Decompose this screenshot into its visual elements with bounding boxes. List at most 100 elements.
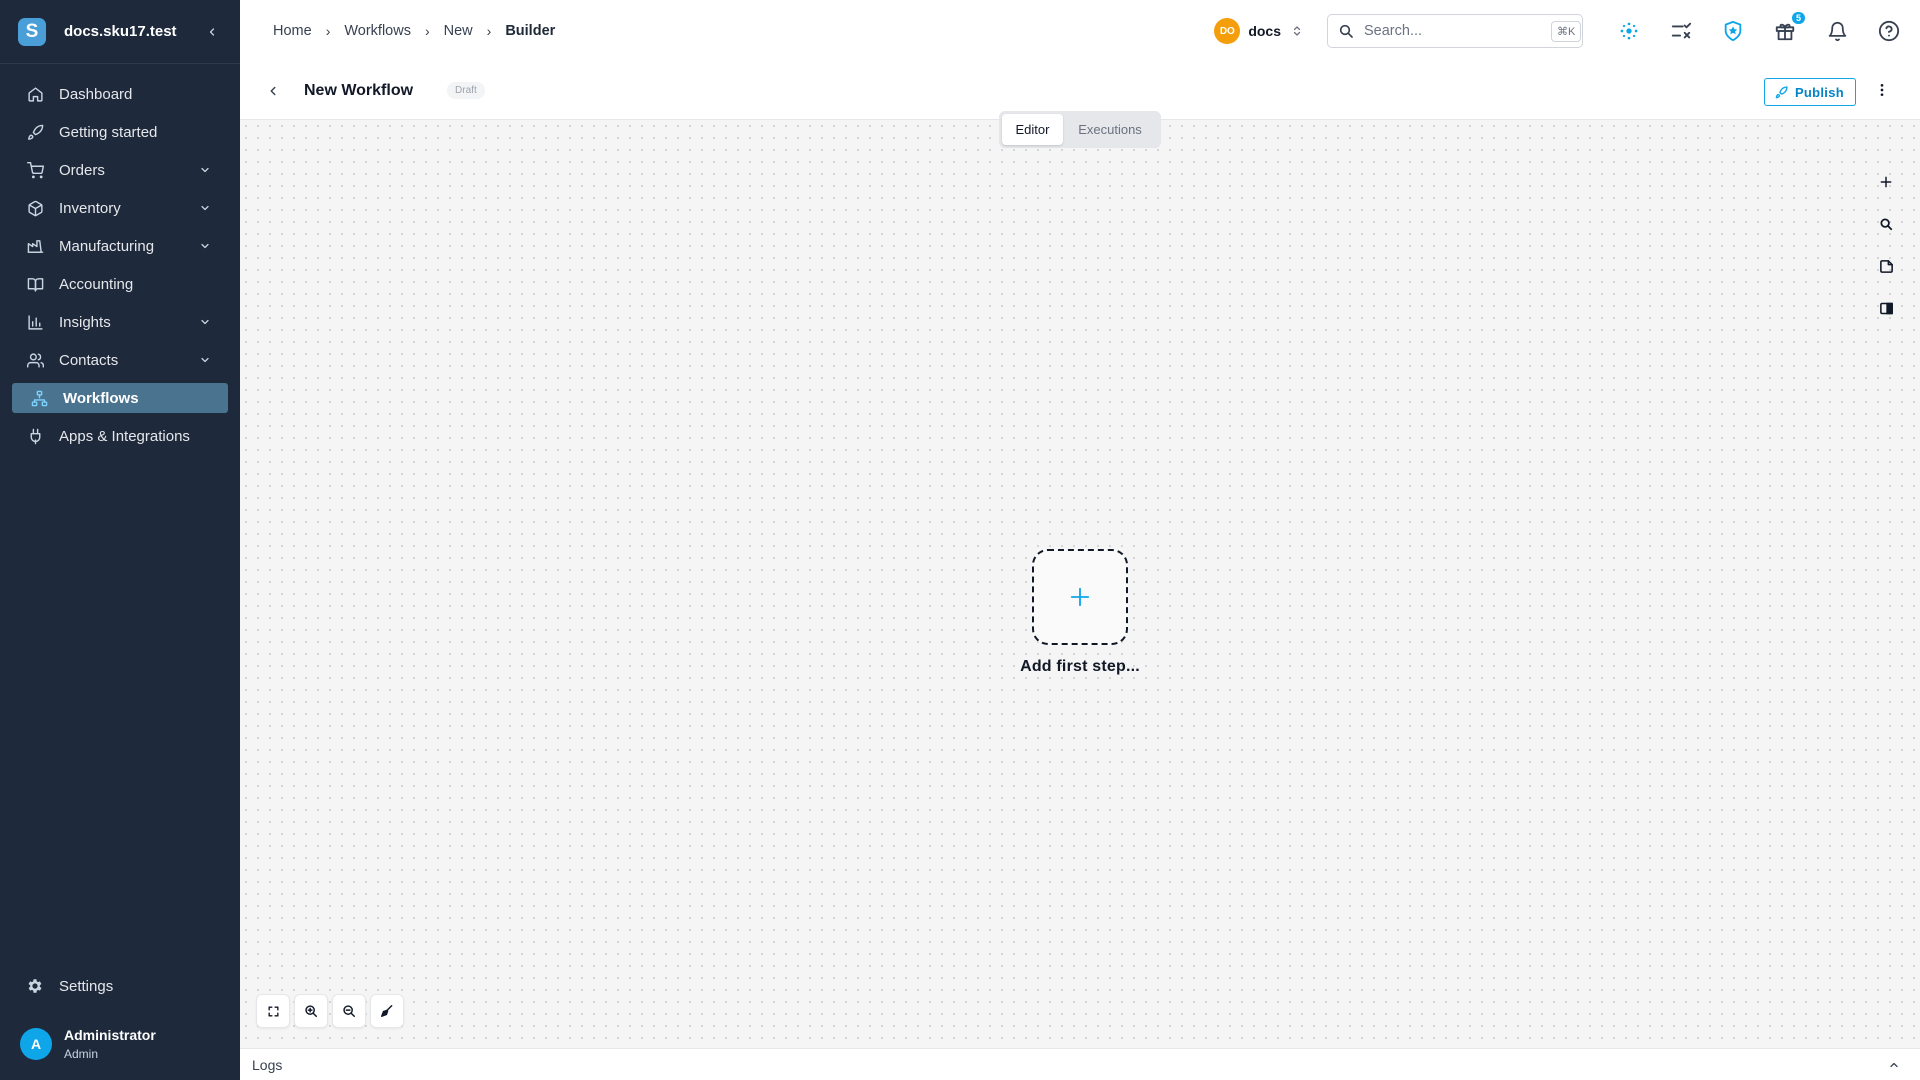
workflow-title[interactable]: New Workflow: [304, 82, 413, 100]
fit-view-button[interactable]: [256, 994, 290, 1028]
avatar: A: [20, 1028, 52, 1060]
canvas-side-toolbar: [1876, 172, 1896, 340]
sidebar-footer: Settings A Administrator Admin: [0, 971, 240, 1080]
sidebar-nav: Dashboard Getting started Orders Invento…: [0, 64, 240, 451]
workspace-switcher[interactable]: DO docs: [1214, 18, 1303, 44]
notifications-button[interactable]: [1825, 19, 1849, 43]
sidebar-item-getting-started[interactable]: Getting started: [12, 117, 228, 147]
workflow-icon: [30, 389, 48, 407]
search-icon: [1338, 23, 1354, 39]
add-first-step-button[interactable]: [1032, 549, 1128, 645]
sidebar-item-manufacturing[interactable]: Manufacturing: [12, 231, 228, 261]
sidebar-item-label: Getting started: [59, 123, 158, 141]
top-bar: Home › Workflows › New › Builder DO docs…: [240, 0, 1920, 62]
chevron-down-icon[interactable]: [196, 351, 214, 369]
home-icon: [26, 85, 44, 103]
cart-icon: [26, 161, 44, 179]
search-input[interactable]: [1364, 23, 1551, 39]
tasks-button[interactable]: [1669, 19, 1693, 43]
sidebar-item-label: Workflows: [63, 389, 139, 407]
zoom-in-button[interactable]: [294, 994, 328, 1028]
sidebar-item-apps-integrations[interactable]: Apps & Integrations: [12, 421, 228, 451]
search-nodes-button[interactable]: [1876, 214, 1896, 234]
breadcrumb: Home › Workflows › New › Builder: [273, 23, 555, 39]
back-button[interactable]: [266, 84, 280, 98]
sidebar-item-label: Inventory: [59, 199, 121, 217]
chevron-down-icon[interactable]: [196, 313, 214, 331]
sidebar-item-label: Manufacturing: [59, 237, 155, 255]
breadcrumb-home[interactable]: Home: [273, 23, 312, 39]
workflow-canvas[interactable]: Editor Executions Add first step...: [240, 111, 1920, 1048]
panel-right-icon: [1879, 302, 1893, 314]
breadcrumb-separator: ›: [486, 23, 492, 39]
shield-icon: [1724, 20, 1742, 42]
logs-label: Logs: [252, 1056, 283, 1073]
chevron-down-icon[interactable]: [196, 161, 214, 179]
user-profile[interactable]: A Administrator Admin: [0, 1015, 240, 1073]
collapse-sidebar-button[interactable]: [202, 22, 222, 42]
sidebar-item-workflows[interactable]: Workflows: [12, 383, 228, 413]
breadcrumb-builder: Builder: [505, 23, 556, 39]
org-name[interactable]: docs.sku17.test: [64, 23, 202, 40]
user-name: Administrator: [64, 1027, 156, 1043]
top-bar-actions: DO docs ⌘K 5: [1214, 0, 1920, 62]
bar-chart-icon: [26, 313, 44, 331]
breadcrumb-new[interactable]: New: [444, 23, 473, 39]
rocket-icon: [1775, 85, 1788, 99]
gear-icon: [26, 977, 44, 995]
sidebar-header: S docs.sku17.test: [0, 0, 240, 64]
sidebar-item-inventory[interactable]: Inventory: [12, 193, 228, 223]
app-logo[interactable]: S: [18, 17, 46, 46]
whats-new-button[interactable]: 5: [1773, 12, 1805, 43]
search-shortcut: ⌘K: [1551, 20, 1582, 42]
search-bar[interactable]: ⌘K: [1327, 14, 1583, 48]
help-icon: [1878, 20, 1900, 42]
zoom-out-icon: [343, 1005, 355, 1017]
plug-icon: [26, 427, 44, 445]
publish-button[interactable]: Publish: [1763, 78, 1856, 106]
chevron-down-icon[interactable]: [196, 199, 214, 217]
publish-label: Publish: [1794, 84, 1844, 100]
breadcrumb-workflows[interactable]: Workflows: [344, 23, 411, 39]
sidebar-item-orders[interactable]: Orders: [12, 155, 228, 185]
breadcrumb-separator: ›: [325, 23, 331, 39]
toggle-panel-button[interactable]: [1876, 298, 1896, 318]
add-node-button[interactable]: [1876, 172, 1896, 192]
sidebar-item-insights[interactable]: Insights: [12, 307, 228, 337]
zoom-out-button[interactable]: [332, 994, 366, 1028]
maximize-icon: [267, 1005, 279, 1017]
rocket-icon: [26, 123, 44, 141]
chevron-updown-icon: [1291, 24, 1303, 38]
sidebar-item-dashboard[interactable]: Dashboard: [12, 79, 228, 109]
plus-icon: [1070, 587, 1090, 607]
sidebar-item-label: Apps & Integrations: [59, 427, 190, 445]
users-icon: [26, 351, 44, 369]
ai-assistant-button[interactable]: [1617, 19, 1641, 43]
sidebar-item-label: Contacts: [59, 351, 119, 369]
security-button[interactable]: [1721, 19, 1745, 43]
notification-count-badge: 5: [1791, 12, 1805, 24]
chevron-left-icon: [209, 27, 215, 36]
more-vertical-icon: [1880, 84, 1884, 96]
zoom-in-icon: [305, 1005, 317, 1017]
tab-executions[interactable]: Executions: [1063, 114, 1157, 145]
sidebar-item-accounting[interactable]: Accounting: [12, 269, 228, 299]
notes-button[interactable]: [1876, 256, 1896, 276]
sidebar-item-settings[interactable]: Settings: [0, 971, 240, 1001]
search-icon: [1880, 218, 1893, 231]
help-button[interactable]: [1877, 19, 1901, 43]
sticky-note-icon: [1879, 259, 1893, 273]
chevron-up-icon[interactable]: [1888, 1059, 1900, 1071]
status-badge: Draft: [447, 82, 485, 99]
user-info: Administrator Admin: [64, 1027, 156, 1061]
canvas-zoom-controls: [256, 994, 408, 1028]
logs-panel[interactable]: Logs: [240, 1048, 1920, 1080]
more-options-button[interactable]: [1874, 82, 1890, 98]
chevron-down-icon[interactable]: [196, 237, 214, 255]
tab-editor[interactable]: Editor: [1002, 114, 1063, 145]
sidebar-item-contacts[interactable]: Contacts: [12, 345, 228, 375]
tidy-up-button[interactable]: [370, 994, 404, 1028]
breadcrumb-separator: ›: [424, 23, 430, 39]
sidebar-item-label: Orders: [59, 161, 105, 179]
box-icon: [26, 199, 44, 217]
